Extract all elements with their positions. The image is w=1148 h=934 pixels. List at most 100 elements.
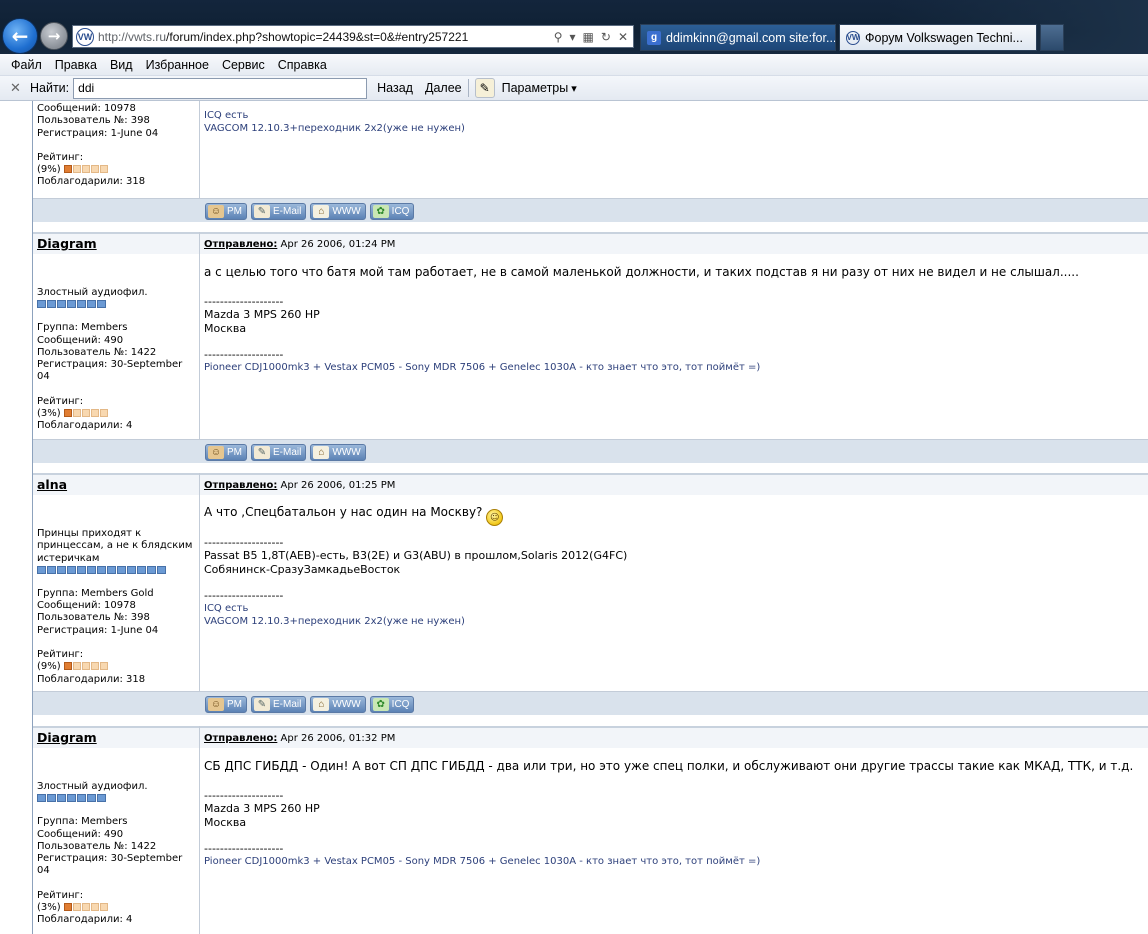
post-buttons: ☺ PM ✎ E-Mail ⌂ WWW ✿ ICQ (205, 203, 415, 220)
menu-favorites[interactable]: Избранное (146, 58, 209, 72)
signature-separator: -------------------- (204, 536, 284, 549)
post-author-link[interactable]: Diagram (37, 730, 97, 745)
rating-cell (90, 662, 99, 671)
address-tools: ⚲ ▾ ▦ ↻ ✕ (554, 30, 633, 44)
home-icon: ⌂ (313, 205, 330, 218)
rank-pip (67, 300, 76, 309)
pm-button[interactable]: ☺ PM (205, 696, 247, 713)
post-profile: Злостный аудиофил. Группа: Members Сообщ… (37, 287, 197, 433)
refresh-icon[interactable]: ↻ (601, 30, 611, 44)
signature-separator: -------------------- (204, 841, 284, 855)
post-author-link[interactable]: alna (37, 477, 67, 492)
chevron-down-icon[interactable]: ▾ (570, 30, 576, 44)
www-button[interactable]: ⌂ WWW (310, 444, 366, 461)
post-date: Отправлено: Apr 26 2006, 01:32 PM (204, 733, 395, 744)
rank-pip (47, 565, 56, 574)
button-label: E-Mail (273, 699, 302, 710)
find-input[interactable]: ddi (73, 77, 368, 99)
email-button[interactable]: ✎ E-Mail (251, 696, 307, 713)
rating-cell (90, 409, 99, 418)
sent-label[interactable]: Отправлено: (204, 239, 277, 250)
find-next-button[interactable]: Далее (425, 81, 462, 95)
post-buttons: ☺ PM ✎ E-Mail ⌂ WWW ✿ ICQ (205, 696, 415, 713)
rank-pip (97, 565, 106, 574)
search-icon[interactable]: ⚲ (554, 30, 563, 44)
email-button[interactable]: ✎ E-Mail (251, 444, 307, 461)
email-button[interactable]: ✎ E-Mail (251, 203, 307, 220)
rating-percent[interactable]: (9%) (37, 661, 61, 672)
signature-line: Mazda 3 MPS 260 HP (204, 308, 320, 322)
pencil-icon[interactable]: ✎ (474, 78, 495, 98)
pm-button[interactable]: ☺ PM (205, 444, 247, 461)
button-label: E-Mail (273, 206, 302, 217)
compatibility-icon[interactable]: ▦ (583, 30, 594, 44)
sent-date: Apr 26 2006, 01:32 PM (280, 733, 396, 744)
menu-view[interactable]: Вид (110, 58, 133, 72)
menu-edit[interactable]: Правка (55, 58, 97, 72)
rating-row: (9%) (37, 164, 197, 176)
find-options-button[interactable]: Параметры (502, 81, 577, 95)
menu-help[interactable]: Справка (278, 58, 327, 72)
rating-cell (99, 662, 108, 671)
www-button[interactable]: ⌂ WWW (310, 203, 366, 220)
post-date: Отправлено: Apr 26 2006, 01:24 PM (204, 239, 395, 250)
tab-vw-forum[interactable]: VW Форум Volkswagen Techni... (839, 24, 1037, 51)
address-host: http://vwts.ru (98, 29, 167, 44)
rating-cell (99, 409, 108, 418)
post-header: alna Отправлено: Apr 26 2006, 01:25 PM (33, 473, 1148, 495)
post-author-link[interactable]: Diagram (37, 236, 97, 251)
rating-cell (99, 165, 108, 174)
column-divider (199, 473, 200, 691)
address-bar[interactable]: VW http://vwts.ru/forum/index.php?showto… (72, 25, 634, 48)
rank-pip (107, 565, 116, 574)
menu-file[interactable]: Файл (11, 58, 42, 72)
rating-row: (3%) (37, 902, 197, 914)
www-button[interactable]: ⌂ WWW (310, 696, 366, 713)
find-close-icon[interactable]: ✕ (10, 80, 24, 96)
rating-percent[interactable]: (3%) (37, 902, 61, 913)
flower-icon: ✿ (372, 205, 389, 218)
thanks-count: Поблагодарили: 318 (37, 176, 146, 188)
thanks-count: Поблагодарили: 4 (37, 914, 133, 926)
signature-line: ICQ есть (204, 110, 249, 121)
new-tab-button[interactable] (1040, 24, 1064, 51)
rating-cell (99, 903, 108, 912)
signature-line: VAGCOM 12.10.3+переходник 2x2(уже не нуж… (204, 616, 465, 628)
rating-percent[interactable]: (9%) (37, 164, 61, 175)
users-icon: ☺ (208, 205, 224, 218)
sent-label[interactable]: Отправлено: (204, 733, 277, 744)
close-icon[interactable]: ✕ (618, 30, 628, 44)
flower-icon: ✿ (372, 698, 389, 711)
signature-line: Москва (204, 815, 247, 829)
profile-posts: Сообщений: 490 (37, 334, 124, 346)
post: Diagram Отправлено: Apr 26 2006, 01:24 P… (33, 222, 1148, 463)
signature-line: ICQ есть (204, 603, 249, 615)
menu-tools[interactable]: Сервис (222, 58, 265, 72)
rank-pip (37, 300, 46, 309)
rating-percent[interactable]: (3%) (37, 408, 61, 419)
address-url[interactable]: http://vwts.ru/forum/index.php?showtopic… (98, 30, 554, 44)
back-button[interactable]: ← (2, 18, 38, 54)
tab-google-search[interactable]: g ddimkinn@gmail.com site:for... (640, 24, 836, 51)
pm-button[interactable]: ☺ PM (205, 203, 247, 220)
profile-posts: Сообщений: 10978 (37, 103, 136, 114)
find-prev-button[interactable]: Назад (377, 81, 413, 95)
post-date: Отправлено: Apr 26 2006, 01:25 PM (204, 480, 395, 491)
icq-button[interactable]: ✿ ICQ (369, 696, 415, 713)
sent-label[interactable]: Отправлено: (204, 480, 277, 491)
profile-registered: Регистрация: 30-September (37, 359, 183, 371)
profile-posts: Сообщений: 10978 (37, 600, 136, 612)
post-footer: ☺ PM ✎ E-Mail ⌂ WWW ✿ ICQ (33, 691, 1148, 715)
member-title: Принцы приходят к принцессам, а не к бля… (37, 528, 193, 564)
signature-separator: -------------------- (204, 295, 284, 308)
signature-line: VAGCOM 12.10.3+переходник 2x2(уже не нуж… (204, 123, 465, 135)
rank-pip (137, 565, 146, 574)
button-label: PM (227, 206, 242, 217)
rating-cell (63, 903, 72, 912)
icq-button[interactable]: ✿ ICQ (369, 203, 415, 220)
rank-pip (37, 794, 46, 803)
email-icon: ✎ (254, 205, 270, 218)
email-icon: ✎ (254, 698, 270, 711)
sent-date: Apr 26 2006, 01:25 PM (280, 480, 396, 491)
forward-button[interactable]: → (40, 22, 68, 50)
